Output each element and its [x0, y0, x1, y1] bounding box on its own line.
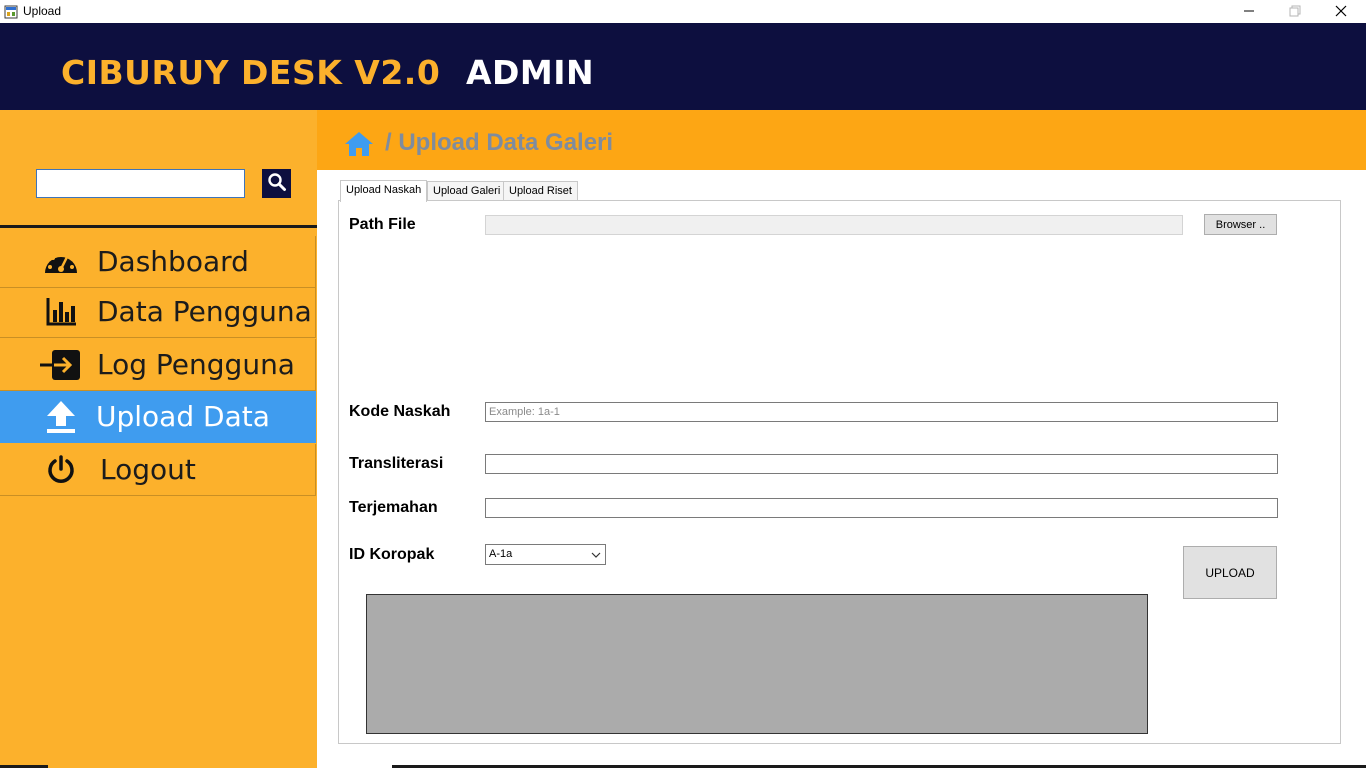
maximize-icon [1289, 2, 1301, 21]
role-label: ADMIN [466, 53, 595, 92]
transliterasi-label: Transliterasi [349, 455, 444, 472]
sidebar-item-label: Upload Data [96, 400, 270, 433]
sidebar-item-logout[interactable]: Logout [0, 444, 316, 496]
sign-in-icon [40, 347, 82, 383]
app-header: CIBURUY DESK V2.0 ADMIN [0, 23, 1366, 110]
close-button[interactable] [1318, 0, 1364, 23]
terjemahan-input[interactable] [485, 498, 1278, 518]
path-file-label: Path File [349, 216, 416, 233]
close-icon [1335, 2, 1347, 21]
minimize-icon [1243, 2, 1255, 21]
app-window-icon [4, 4, 18, 19]
dashboard-gauge-icon [40, 244, 82, 280]
chevron-down-icon [591, 550, 601, 562]
sidebar-item-label: Log Pengguna [97, 348, 295, 381]
sidebar-divider [0, 225, 317, 228]
tab-upload-riset[interactable]: Upload Riset [503, 181, 578, 201]
sidebar-item-dashboard[interactable]: Dashboard [0, 236, 316, 288]
window-titlebar: Upload [0, 0, 1366, 23]
sidebar-item-data-pengguna[interactable]: Data Pengguna [0, 286, 316, 338]
kode-naskah-label: Kode Naskah [349, 403, 451, 420]
transliterasi-input[interactable] [485, 454, 1278, 474]
home-icon[interactable] [344, 131, 374, 161]
sidebar: Dashboard Data Pengguna Log Pengguna Upl… [0, 110, 317, 768]
window-title: Upload [23, 4, 62, 18]
terjemahan-label: Terjemahan [349, 499, 438, 516]
search-icon [267, 172, 287, 196]
upload-button[interactable]: UPLOAD [1183, 546, 1277, 599]
path-file-field[interactable] [485, 215, 1183, 235]
image-preview-box [366, 594, 1148, 734]
tab-upload-galeri[interactable]: Upload Galeri [427, 181, 507, 201]
id-koropak-selected: A-1a [489, 548, 513, 560]
sidebar-item-upload-data[interactable]: Upload Data [0, 391, 316, 443]
breadcrumb: / Upload Data Galeri [385, 129, 614, 156]
id-koropak-label: ID Koropak [349, 546, 435, 563]
sidebar-item-log-pengguna[interactable]: Log Pengguna [0, 339, 316, 391]
content-header: / Upload Data Galeri [317, 110, 1366, 170]
browse-button[interactable]: Browser .. [1204, 214, 1277, 235]
minimize-button[interactable] [1226, 0, 1272, 23]
bar-chart-icon [40, 294, 82, 330]
maximize-button[interactable] [1272, 0, 1318, 23]
search-button[interactable] [262, 169, 291, 198]
id-koropak-select[interactable]: A-1a [485, 544, 606, 565]
tab-upload-naskah[interactable]: Upload Naskah [340, 180, 428, 202]
power-icon [40, 452, 82, 488]
upload-icon [40, 399, 82, 435]
search-input[interactable] [36, 169, 245, 198]
sidebar-item-label: Data Pengguna [97, 295, 312, 328]
kode-naskah-input[interactable] [485, 402, 1278, 422]
sidebar-item-label: Dashboard [97, 245, 249, 278]
brand-title: CIBURUY DESK V2.0 [61, 53, 441, 92]
sidebar-item-label: Logout [100, 453, 196, 486]
